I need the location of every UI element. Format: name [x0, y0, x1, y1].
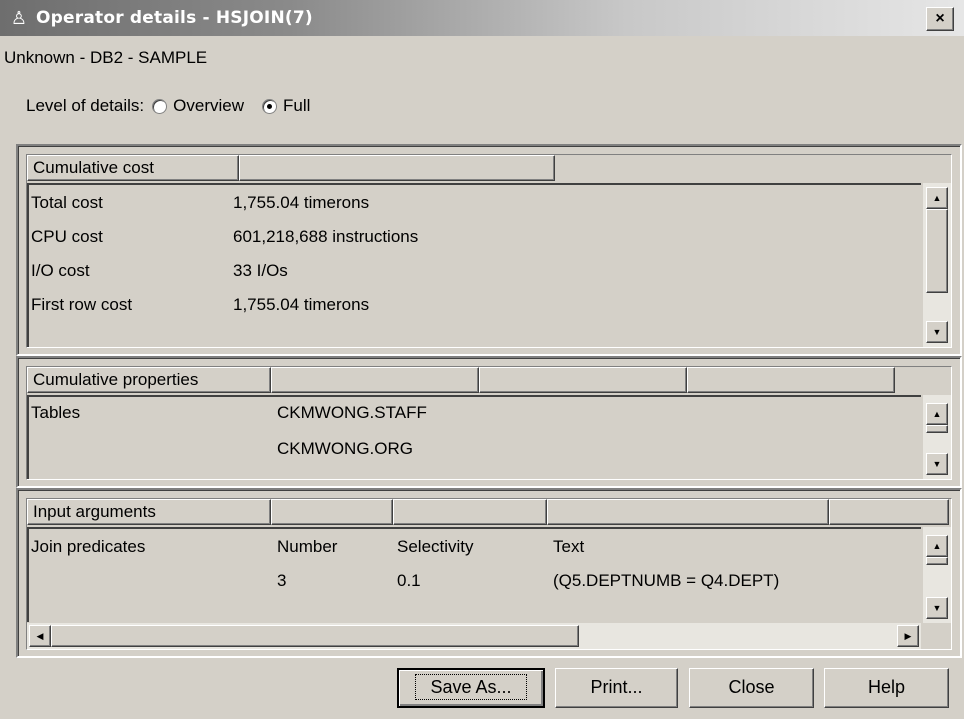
scroll-up-icon[interactable]: ▲	[926, 535, 948, 557]
save-as-label: Save As...	[415, 674, 527, 700]
row-value: 601,218,688 instructions	[233, 227, 419, 246]
row-value: CKMWONG.ORG	[277, 439, 413, 458]
predicate-text-value: (Q5.DEPTNUMB = Q4.DEPT)	[553, 571, 780, 590]
row-name: Total cost	[31, 193, 103, 212]
operator-people-icon: ♙	[10, 8, 28, 28]
text-label: Text	[553, 537, 585, 556]
level-label: Level of details:	[26, 96, 145, 115]
cumulative-cost-header[interactable]: Cumulative cost	[27, 155, 239, 181]
full-radio-label[interactable]: Full	[283, 96, 310, 116]
horizontal-scroll-thumb[interactable]	[51, 625, 579, 647]
row-value: 1,755.04 timerons	[233, 295, 370, 314]
save-as-button[interactable]: Save As...	[397, 668, 545, 708]
cumulative-cost-table: Cumulative cost Total cost 1,755.04 time…	[26, 154, 952, 348]
input-arguments-panel: Input arguments Join predicates Number S…	[16, 488, 962, 658]
close-button[interactable]: Close	[689, 668, 814, 708]
input-arguments-rows: Join predicates Number Selectivity Text …	[27, 527, 921, 623]
column-header-empty[interactable]	[271, 367, 479, 393]
input-arguments-header[interactable]: Input arguments	[27, 499, 271, 525]
scroll-right-icon[interactable]: ▶	[897, 625, 919, 647]
horizontal-scrollbar[interactable]: ◀ ▶	[27, 622, 921, 649]
scroll-thumb[interactable]	[926, 209, 948, 293]
help-button[interactable]: Help	[824, 668, 949, 708]
row-value: 33 I/Os	[233, 261, 288, 280]
column-header-empty[interactable]	[687, 367, 895, 393]
cumulative-properties-table: Cumulative properties Tables CKMWONG.STA…	[26, 366, 952, 480]
column-header-empty[interactable]	[271, 499, 393, 525]
number-label: Number	[277, 537, 338, 556]
scroll-up-icon[interactable]: ▲	[926, 187, 948, 209]
join-predicates-label: Join predicates	[31, 537, 146, 556]
selectivity-value: 0.1	[397, 571, 421, 590]
scroll-thumb[interactable]	[926, 557, 948, 565]
column-header-empty[interactable]	[393, 499, 547, 525]
scroll-down-icon[interactable]: ▼	[926, 453, 948, 475]
close-window-button[interactable]: ×	[926, 7, 954, 31]
title-bar: ♙ Operator details - HSJOIN(7) ×	[0, 0, 964, 36]
level-of-details: Level of details: Overview Full	[26, 96, 310, 116]
row-name: Tables	[31, 403, 81, 422]
full-radio[interactable]	[262, 98, 277, 114]
input-arguments-table: Input arguments Join predicates Number S…	[26, 498, 952, 650]
scroll-left-icon[interactable]: ◀	[29, 625, 51, 647]
row-name: CPU cost	[31, 227, 103, 246]
cumulative-properties-header[interactable]: Cumulative properties	[27, 367, 271, 393]
connection-subtitle: Unknown - DB2 - SAMPLE	[4, 48, 208, 67]
number-value: 3	[277, 571, 287, 590]
scroll-down-icon[interactable]: ▼	[926, 597, 948, 619]
window-title: Operator details - HSJOIN(7)	[36, 8, 313, 28]
row-value: 1,755.04 timerons	[233, 193, 370, 212]
cumulative-properties-rows: Tables CKMWONG.STAFF CKMWONG.ORG	[27, 395, 921, 479]
cumulative-cost-panel: Cumulative cost Total cost 1,755.04 time…	[16, 144, 962, 356]
column-header-empty[interactable]	[829, 499, 949, 525]
column-header-empty[interactable]	[547, 499, 829, 525]
cumulative-cost-rows: Total cost 1,755.04 timerons CPU cost 60…	[27, 183, 921, 347]
column-header-empty[interactable]	[479, 367, 687, 393]
row-name: First row cost	[31, 295, 133, 314]
scroll-down-icon[interactable]: ▼	[926, 321, 948, 343]
column-header-empty[interactable]	[239, 155, 555, 181]
overview-radio-label[interactable]: Overview	[173, 96, 244, 116]
selectivity-label: Selectivity	[397, 537, 474, 556]
print-button[interactable]: Print...	[555, 668, 678, 708]
scroll-up-icon[interactable]: ▲	[926, 403, 948, 425]
overview-radio[interactable]	[152, 98, 168, 114]
scroll-thumb[interactable]	[926, 425, 948, 433]
vertical-scrollbar[interactable]: ▲ ▼	[923, 527, 951, 623]
vertical-scrollbar[interactable]: ▲ ▼	[923, 395, 951, 479]
row-value: CKMWONG.STAFF	[277, 403, 427, 422]
cumulative-properties-panel: Cumulative properties Tables CKMWONG.STA…	[16, 356, 962, 488]
vertical-scrollbar[interactable]: ▲ ▼	[923, 183, 951, 347]
row-name: I/O cost	[31, 261, 90, 280]
